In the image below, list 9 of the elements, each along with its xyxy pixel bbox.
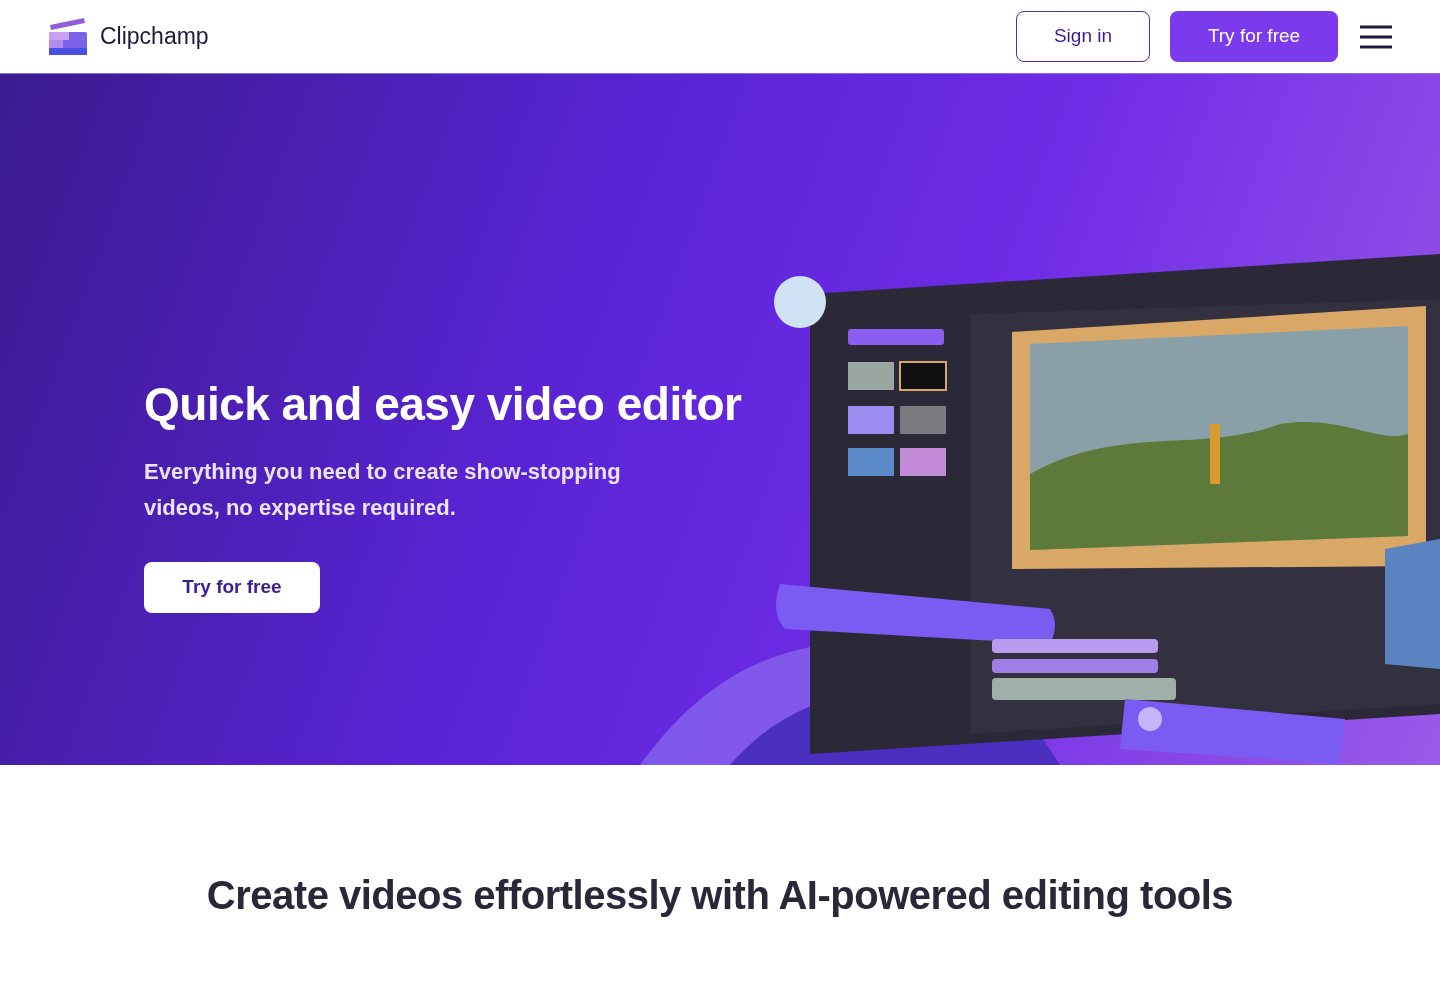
sign-in-button[interactable]: Sign in xyxy=(1016,11,1150,62)
hero-title: Quick and easy video editor xyxy=(144,377,742,432)
brand-name[interactable]: Clipchamp xyxy=(100,19,209,54)
hero-subtitle: Everything you need to create show-stopping videos, no expertise required. xyxy=(144,458,622,522)
section-heading: Create videos effortlessly with AI-powered editing tools xyxy=(205,872,1235,919)
clapperboard-logo-icon[interactable] xyxy=(48,16,88,57)
try-for-free-button[interactable]: Try for free xyxy=(1170,11,1338,62)
try-for-free-button[interactable]: Try for free xyxy=(144,562,320,613)
menu-icon[interactable] xyxy=(1360,24,1392,49)
